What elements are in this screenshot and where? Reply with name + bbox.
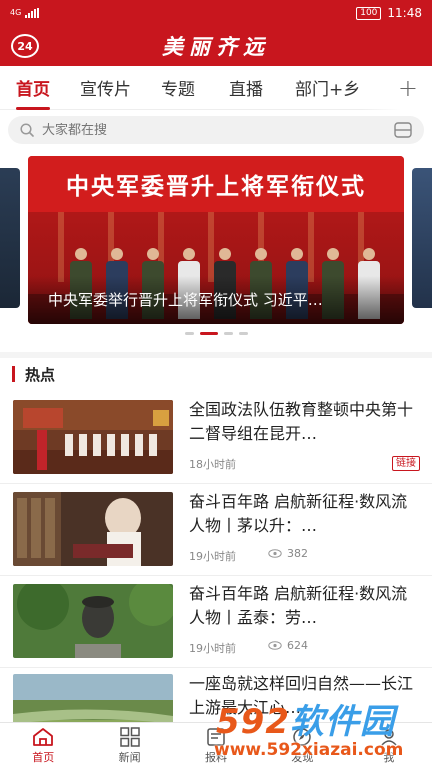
badge-24-button[interactable]: 24 bbox=[11, 34, 39, 58]
news-thumbnail bbox=[13, 492, 173, 566]
banner-slide[interactable]: 中央军委晋升上将军衔仪式 中央军委举行晋升上将军衔仪式 习近平… bbox=[28, 156, 404, 324]
network-type: 4G bbox=[10, 8, 22, 17]
scan-icon[interactable] bbox=[394, 122, 412, 138]
carousel-dot bbox=[184, 332, 194, 335]
news-item[interactable]: 奋斗百年路 启航新征程·数风流人物丨茅以升：… 19小时前 382 bbox=[0, 484, 432, 576]
news-title: 奋斗百年路 启航新征程·数风流人物丨孟泰：劳… bbox=[189, 584, 408, 627]
search-input[interactable] bbox=[42, 122, 342, 138]
channel-tabs: 首页 宣传片 专题 直播 部门+乡 + bbox=[0, 66, 432, 110]
view-count: 382 bbox=[268, 547, 308, 560]
news-title: 奋斗百年路 启航新征程·数风流人物丨茅以升：… bbox=[189, 492, 408, 535]
view-count-value: 382 bbox=[287, 547, 308, 560]
watermark-logo-number: 592 bbox=[216, 702, 290, 742]
watermark-logo: 592软件园 bbox=[216, 694, 395, 743]
news-item[interactable]: 奋斗百年路 启航新征程·数风流人物丨孟泰：劳… 19小时前 624 bbox=[0, 576, 432, 668]
signal-icon bbox=[25, 8, 40, 18]
previous-slide-preview[interactable] bbox=[0, 168, 20, 308]
add-channel-icon[interactable]: + bbox=[398, 74, 418, 102]
site-watermark: 592软件园 www.592xiazai.com bbox=[210, 688, 432, 768]
app-header: 24 美丽齐远 bbox=[0, 26, 432, 66]
watermark-url: www.592xiazai.com bbox=[214, 740, 404, 760]
nav-news[interactable]: 新闻 bbox=[86, 723, 172, 768]
carousel-indicator bbox=[0, 332, 432, 335]
eye-icon bbox=[268, 549, 282, 558]
view-count-value: 624 bbox=[287, 639, 308, 652]
banner-headline-area: 中央军委晋升上将军衔仪式 bbox=[28, 156, 404, 212]
signal-status: 4G bbox=[10, 8, 40, 18]
next-slide-preview[interactable] bbox=[412, 168, 432, 308]
banner-headline: 中央军委晋升上将军衔仪式 bbox=[66, 174, 366, 200]
tab-home[interactable]: 首页 bbox=[16, 75, 50, 110]
clock: 11:48 bbox=[387, 6, 422, 20]
app-title: 美丽齐远 bbox=[162, 34, 270, 59]
news-time: 18小时前 bbox=[189, 458, 236, 471]
home-icon bbox=[33, 727, 54, 746]
nav-news-label: 新闻 bbox=[118, 750, 141, 764]
banner-carousel[interactable]: 中央军委晋升上将军衔仪式 中央军委举行晋升上将军衔仪式 习近平… bbox=[0, 150, 432, 350]
tab-promo-videos[interactable]: 宣传片 bbox=[80, 75, 131, 100]
news-time: 19小时前 bbox=[189, 642, 236, 655]
watermark-logo-text: 软件园 bbox=[289, 702, 395, 742]
nav-home-label: 首页 bbox=[32, 750, 55, 764]
view-count: 624 bbox=[268, 639, 308, 652]
carousel-dot bbox=[238, 332, 248, 335]
section-title: 热点 bbox=[25, 365, 56, 384]
tab-live[interactable]: 直播 bbox=[229, 75, 263, 100]
news-thumbnail bbox=[13, 400, 173, 474]
news-time: 19小时前 bbox=[189, 550, 236, 563]
tab-departments[interactable]: 部门+乡 bbox=[295, 75, 360, 100]
section-divider bbox=[0, 352, 432, 358]
search-bar[interactable] bbox=[8, 116, 424, 144]
status-bar: 4G 100 11:48 bbox=[0, 0, 432, 26]
eye-icon bbox=[268, 641, 282, 650]
carousel-dot-active bbox=[199, 332, 218, 335]
link-badge: 链接 bbox=[392, 456, 420, 471]
nav-home[interactable]: 首页 bbox=[0, 723, 86, 768]
news-item[interactable]: 全国政法队伍教育整顿中央第十二督导组在昆开… 18小时前 链接 bbox=[0, 392, 432, 484]
battery-icon: 100 bbox=[356, 6, 382, 20]
tab-topics[interactable]: 专题 bbox=[161, 75, 195, 100]
news-thumbnail bbox=[13, 584, 173, 658]
section-header: 热点 bbox=[12, 364, 55, 384]
carousel-dot bbox=[223, 332, 233, 335]
search-icon bbox=[20, 123, 34, 137]
grid-icon bbox=[119, 726, 140, 747]
banner-caption: 中央军委举行晋升上将军衔仪式 习近平… bbox=[48, 291, 323, 309]
news-title: 全国政法队伍教育整顿中央第十二督导组在昆开… bbox=[189, 400, 414, 443]
